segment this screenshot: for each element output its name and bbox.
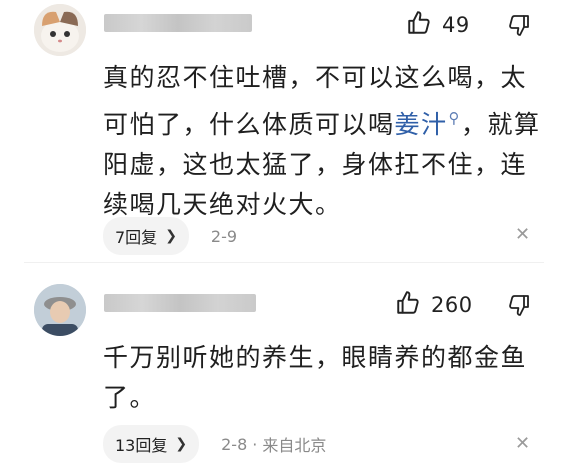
thumbs-up-icon [406,10,432,40]
comment-meta: 13回复 ❯ 2-8 · 来自北京 [103,425,326,463]
comment-text: 千万别听她的养生，眼睛养的都金鱼了。 [103,338,543,418]
comment-text-part: 千万别听她的养生，眼睛养的都金鱼了。 [103,343,528,412]
thumbs-up-icon [395,290,421,320]
comment-date: 2-8 [221,434,248,454]
search-icon[interactable]: ⚲ [449,109,462,127]
comment-meta: 7回复 ❯ 2-9 [103,217,237,255]
username-redacted[interactable] [104,14,252,32]
separator-dot: · [252,434,258,454]
username-redacted[interactable] [104,294,256,312]
like-button[interactable]: 260 [395,290,473,320]
thumbs-down-icon[interactable] [507,13,531,41]
thumbs-down-icon[interactable] [507,293,531,321]
close-icon[interactable]: ✕ [515,224,530,245]
comment-item: 260 千万别听她的养生，眼睛养的都金鱼了。 13回复 ❯ 2-8 · 来自北京… [0,262,568,470]
comment-text: 真的忍不住吐槽，不可以这么喝，太可怕了，什么体质可以喝姜汁⚲，就算阳虚，这也太猛… [103,58,543,225]
close-icon[interactable]: ✕ [515,433,530,454]
chevron-right-icon: ❯ [165,228,177,244]
avatar[interactable] [34,4,86,56]
comment-location: 来自北京 [262,436,327,455]
avatar[interactable] [34,284,86,336]
chevron-right-icon: ❯ [175,436,188,452]
replies-button[interactable]: 13回复 ❯ [103,425,200,463]
replies-label: 7回复 [115,228,158,247]
like-count: 260 [431,293,473,317]
search-keyword-link[interactable]: 姜汁 [395,110,448,139]
replies-button[interactable]: 7回复 ❯ [103,217,189,255]
like-button[interactable]: 49 [406,10,470,40]
like-count: 49 [442,13,470,37]
comment-item: 49 真的忍不住吐槽，不可以这么喝，太可怕了，什么体质可以喝姜汁⚲，就算阳虚，这… [0,0,568,262]
comment-date: 2-9 [210,226,238,246]
replies-label: 13回复 [115,436,168,455]
